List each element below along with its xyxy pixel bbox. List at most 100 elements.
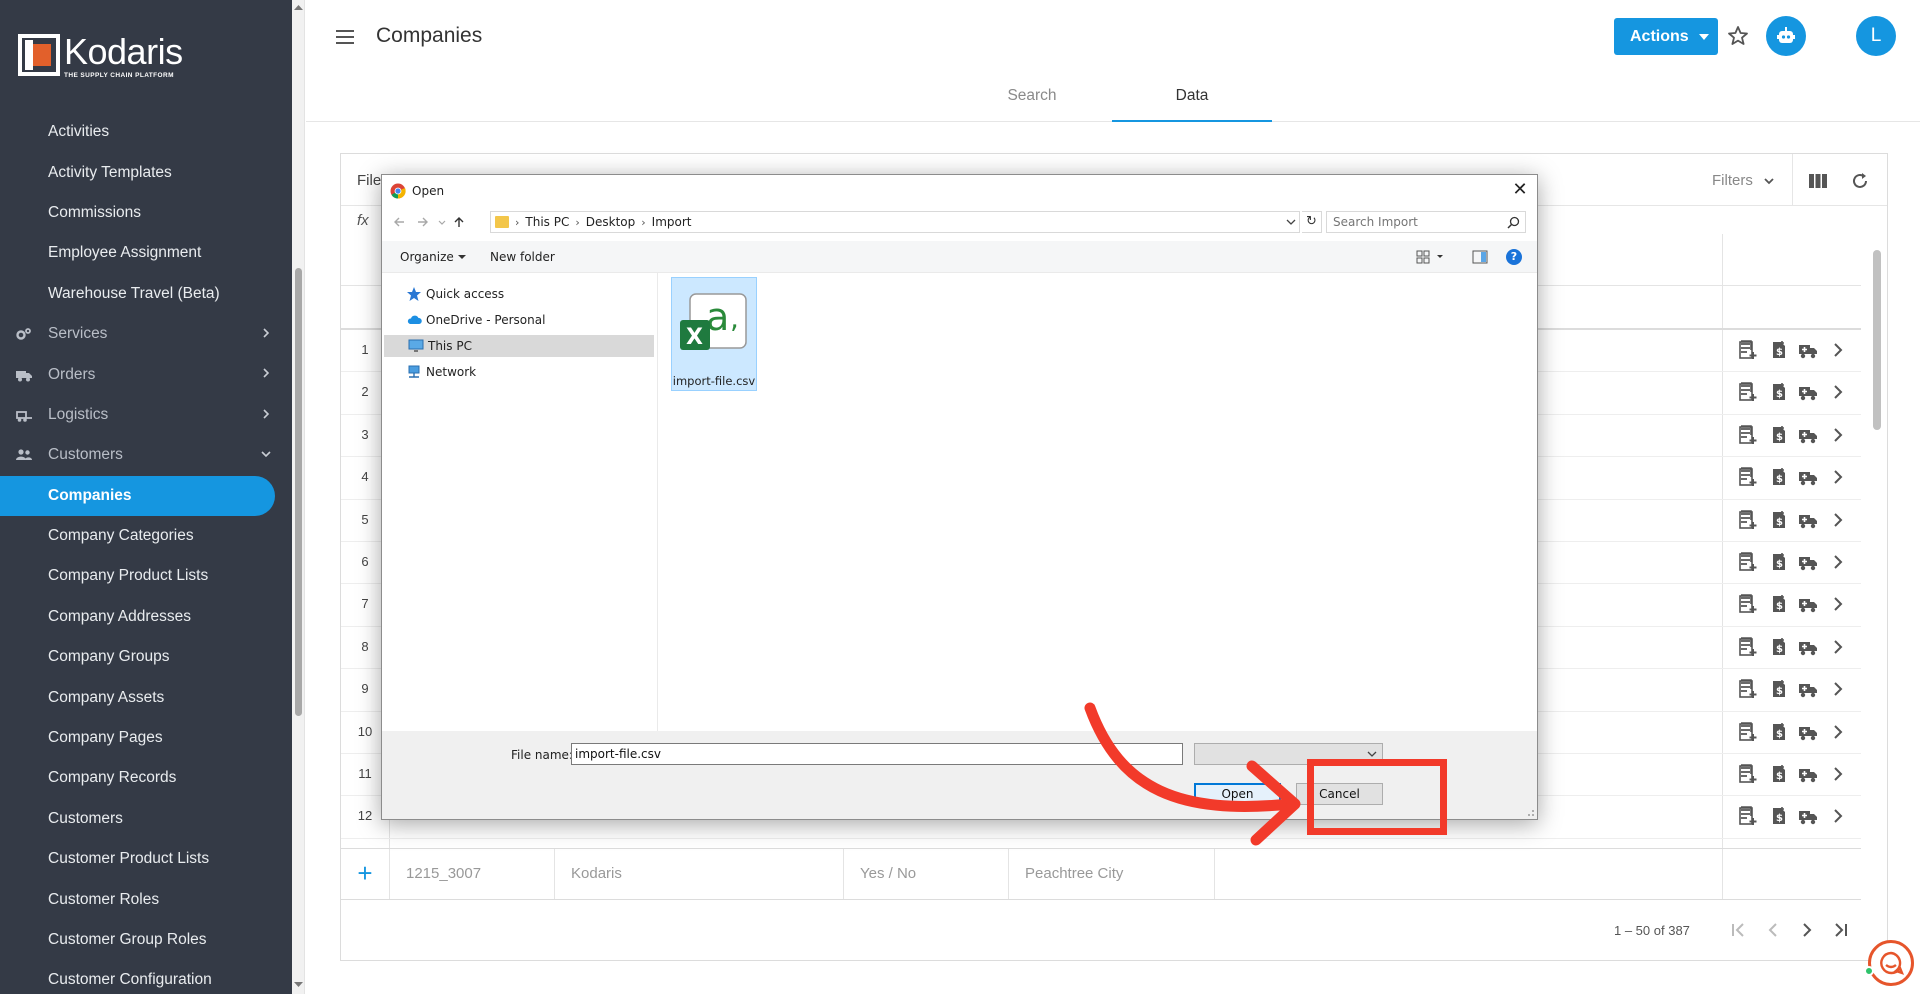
shipping-truck-icon[interactable] [1798,637,1818,657]
sidebar-item-customer-roles[interactable]: Customer Roles [0,879,292,919]
sidebar-group-services[interactable]: Services [0,314,292,354]
note-add-icon[interactable] [1738,806,1758,826]
sidebar-item-company-pages[interactable]: Company Pages [0,718,292,758]
chevron-right-icon[interactable] [1828,510,1848,530]
new-row-cell-empty[interactable] [1215,849,1723,899]
chevron-down-icon[interactable] [1285,216,1297,228]
price-tag-icon[interactable]: $ [1768,467,1788,487]
refresh-icon[interactable] [1850,171,1870,191]
sidebar-item-activity-templates[interactable]: Activity Templates [0,152,292,192]
sidebar-item-activities[interactable]: Activities [0,112,292,152]
price-tag-icon[interactable]: $ [1768,382,1788,402]
nav-quick-access[interactable]: Quick access [382,283,652,305]
nav-onedrive[interactable]: OneDrive - Personal [382,309,652,331]
price-tag-icon[interactable]: $ [1768,679,1788,699]
shipping-truck-icon[interactable] [1798,510,1818,530]
first-page-icon[interactable] [1726,918,1750,942]
star-icon[interactable] [1726,24,1750,48]
dialog-title-bar[interactable]: Open ✕ [382,175,1537,205]
sidebar-item-customer-configuration[interactable]: Customer Configuration [0,960,292,1000]
chevron-right-icon[interactable] [1828,722,1848,742]
sidebar-item-company-groups[interactable]: Company Groups [0,637,292,677]
last-page-icon[interactable] [1829,918,1853,942]
search-input[interactable] [1333,213,1503,231]
chevron-right-icon[interactable] [1828,340,1848,360]
sidebar-item-companies[interactable]: Companies [0,475,292,516]
refresh-icon[interactable]: ↻ [1302,211,1322,233]
price-tag-icon[interactable]: $ [1768,637,1788,657]
note-add-icon[interactable] [1738,552,1758,572]
help-icon[interactable]: ? [1506,249,1522,265]
chevron-right-icon[interactable] [1828,594,1848,614]
new-folder-button[interactable]: New folder [490,250,555,264]
shipping-truck-icon[interactable] [1798,425,1818,445]
sidebar-item-company-addresses[interactable]: Company Addresses [0,597,292,637]
kodaris-logo[interactable]: Kodaris THE SUPPLY CHAIN PLATFORM [18,34,183,84]
file-item-import-csv[interactable]: a , X import-file.csv [671,277,757,391]
tab-search[interactable]: Search [952,72,1112,122]
forward-arrow-icon[interactable] [416,215,430,229]
address-bar[interactable]: › This PC › Desktop › Import [490,211,1300,233]
nav-network[interactable]: Network [382,361,652,383]
sidebar-item-warehouse-travel[interactable]: Warehouse Travel (Beta) [0,274,292,314]
sidebar-item-customers[interactable]: Customers [0,799,292,839]
chevron-right-icon[interactable] [1828,806,1848,826]
sidebar-item-company-assets[interactable]: Company Assets [0,677,292,717]
assistant-bot-button[interactable] [1766,16,1806,56]
chevron-right-icon[interactable] [1828,679,1848,699]
price-tag-icon[interactable]: $ [1768,425,1788,445]
change-view-icon[interactable] [1416,250,1446,264]
grid-scrollbar[interactable] [1871,240,1883,894]
next-page-icon[interactable] [1795,918,1819,942]
new-row-cell-name[interactable]: Kodaris [555,849,844,899]
sidebar-item-company-records[interactable]: Company Records [0,758,292,798]
resize-grip-icon[interactable] [1525,807,1535,817]
up-arrow-icon[interactable] [452,215,466,229]
price-tag-icon[interactable]: $ [1768,510,1788,530]
sidebar-scroll-thumb[interactable] [295,268,302,716]
sidebar-item-company-categories[interactable]: Company Categories [0,516,292,556]
sidebar-item-company-product-lists[interactable]: Company Product Lists [0,556,292,596]
sidebar-item-employee-assignment[interactable]: Employee Assignment [0,233,292,273]
back-arrow-icon[interactable] [392,215,406,229]
shipping-truck-icon[interactable] [1798,467,1818,487]
actions-button[interactable]: Actions [1614,18,1718,55]
note-add-icon[interactable] [1738,382,1758,402]
chat-widget-button[interactable] [1868,940,1914,986]
breadcrumb-this-pc[interactable]: This PC [525,215,569,229]
note-add-icon[interactable] [1738,340,1758,360]
note-add-icon[interactable] [1738,467,1758,487]
note-add-icon[interactable] [1738,509,1758,530]
new-row-cell-yes-no[interactable]: Yes / No [844,849,1009,899]
file-menu[interactable]: File [357,172,381,189]
sidebar-group-customers[interactable]: Customers [0,435,292,475]
columns-icon[interactable] [1808,171,1828,191]
user-avatar[interactable]: L [1856,16,1896,56]
breadcrumb-import[interactable]: Import [652,215,692,229]
sidebar-item-commissions[interactable]: Commissions [0,193,292,233]
shipping-truck-icon[interactable] [1798,340,1818,360]
price-tag-icon[interactable]: $ [1768,764,1788,784]
note-add-icon[interactable] [1738,424,1758,445]
sidebar-group-logistics[interactable]: Logistics [0,395,292,435]
filters-dropdown[interactable]: Filters [1712,172,1775,189]
tab-data[interactable]: Data [1112,72,1272,122]
price-tag-icon[interactable]: $ [1768,722,1788,742]
previous-page-icon[interactable] [1761,918,1785,942]
dialog-close-button[interactable]: ✕ [1507,177,1533,203]
chevron-right-icon[interactable] [1828,467,1848,487]
shipping-truck-icon[interactable] [1798,764,1818,784]
chevron-right-icon[interactable] [1828,425,1848,445]
sidebar-scrollbar[interactable] [292,0,305,994]
chevron-right-icon[interactable] [1828,637,1848,657]
note-add-icon[interactable] [1738,679,1758,699]
shipping-truck-icon[interactable] [1798,552,1818,572]
chevron-right-icon[interactable] [1828,764,1848,784]
scroll-down-arrow-icon[interactable] [294,980,303,989]
shipping-truck-icon[interactable] [1798,594,1818,614]
note-add-icon[interactable] [1738,594,1758,614]
grid-scroll-thumb[interactable] [1873,250,1881,430]
organize-menu[interactable]: Organize [400,250,466,264]
sidebar-item-customer-group-roles[interactable]: Customer Group Roles [0,920,292,960]
price-tag-icon[interactable]: $ [1768,340,1788,360]
